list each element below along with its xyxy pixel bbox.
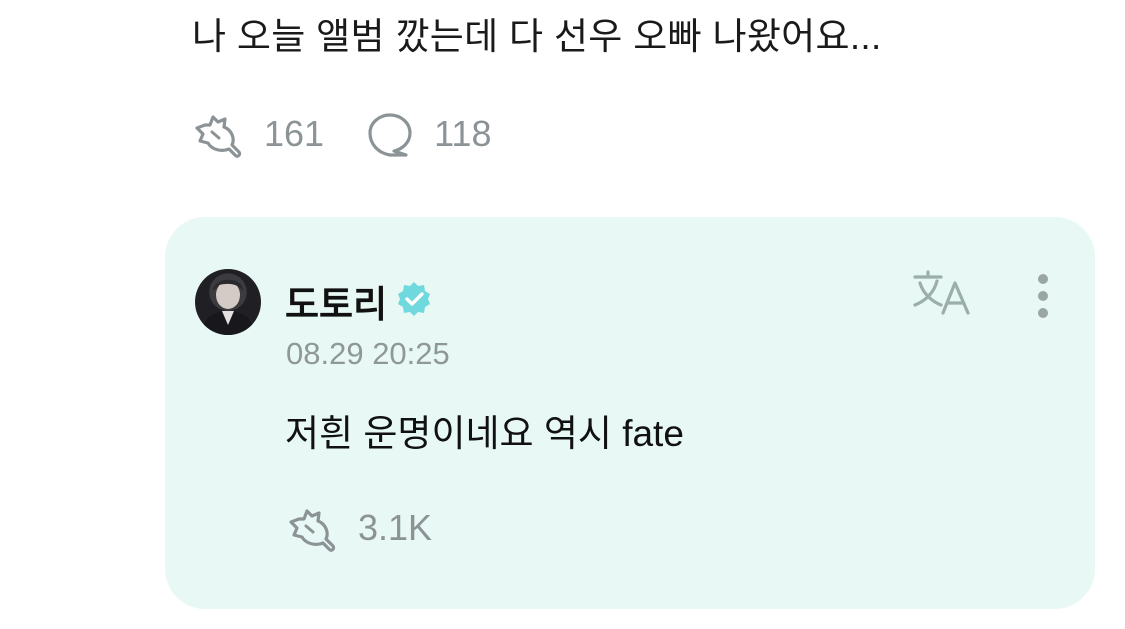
more-options-button[interactable] xyxy=(1029,271,1057,321)
avatar[interactable] xyxy=(195,269,261,335)
reply-like-count: 3.1K xyxy=(358,507,433,548)
translate-icon xyxy=(911,270,973,321)
translate-button[interactable] xyxy=(911,269,973,322)
reply-card: 도토리 08.29 20:25 저흰 운명이네요 역시 fate 3.1K xyxy=(165,217,1095,609)
reply-like-button[interactable]: 3.1K xyxy=(286,504,432,552)
post-comment-count: 118 xyxy=(434,113,492,154)
speech-bubble-icon xyxy=(366,110,414,158)
post-comment-button[interactable]: 118 xyxy=(366,110,491,158)
clapping-hand-icon xyxy=(286,504,338,552)
reply-actions: 3.1K xyxy=(286,502,432,554)
author-row: 도토리 xyxy=(285,274,433,328)
post-actions: 161 118 xyxy=(192,108,491,160)
clapping-hand-icon xyxy=(192,110,244,158)
reply-timestamp: 08.29 20:25 xyxy=(286,336,450,371)
verified-badge-icon xyxy=(395,280,433,323)
reply-text: 저흰 운명이네요 역시 fate xyxy=(285,413,684,454)
post-text: 나 오늘 앨범 깠는데 다 선우 오빠 나왔어요... xyxy=(192,16,882,57)
author-name[interactable]: 도토리 xyxy=(285,274,387,328)
post-like-button[interactable]: 161 xyxy=(192,110,324,158)
post-like-count: 161 xyxy=(264,113,325,154)
